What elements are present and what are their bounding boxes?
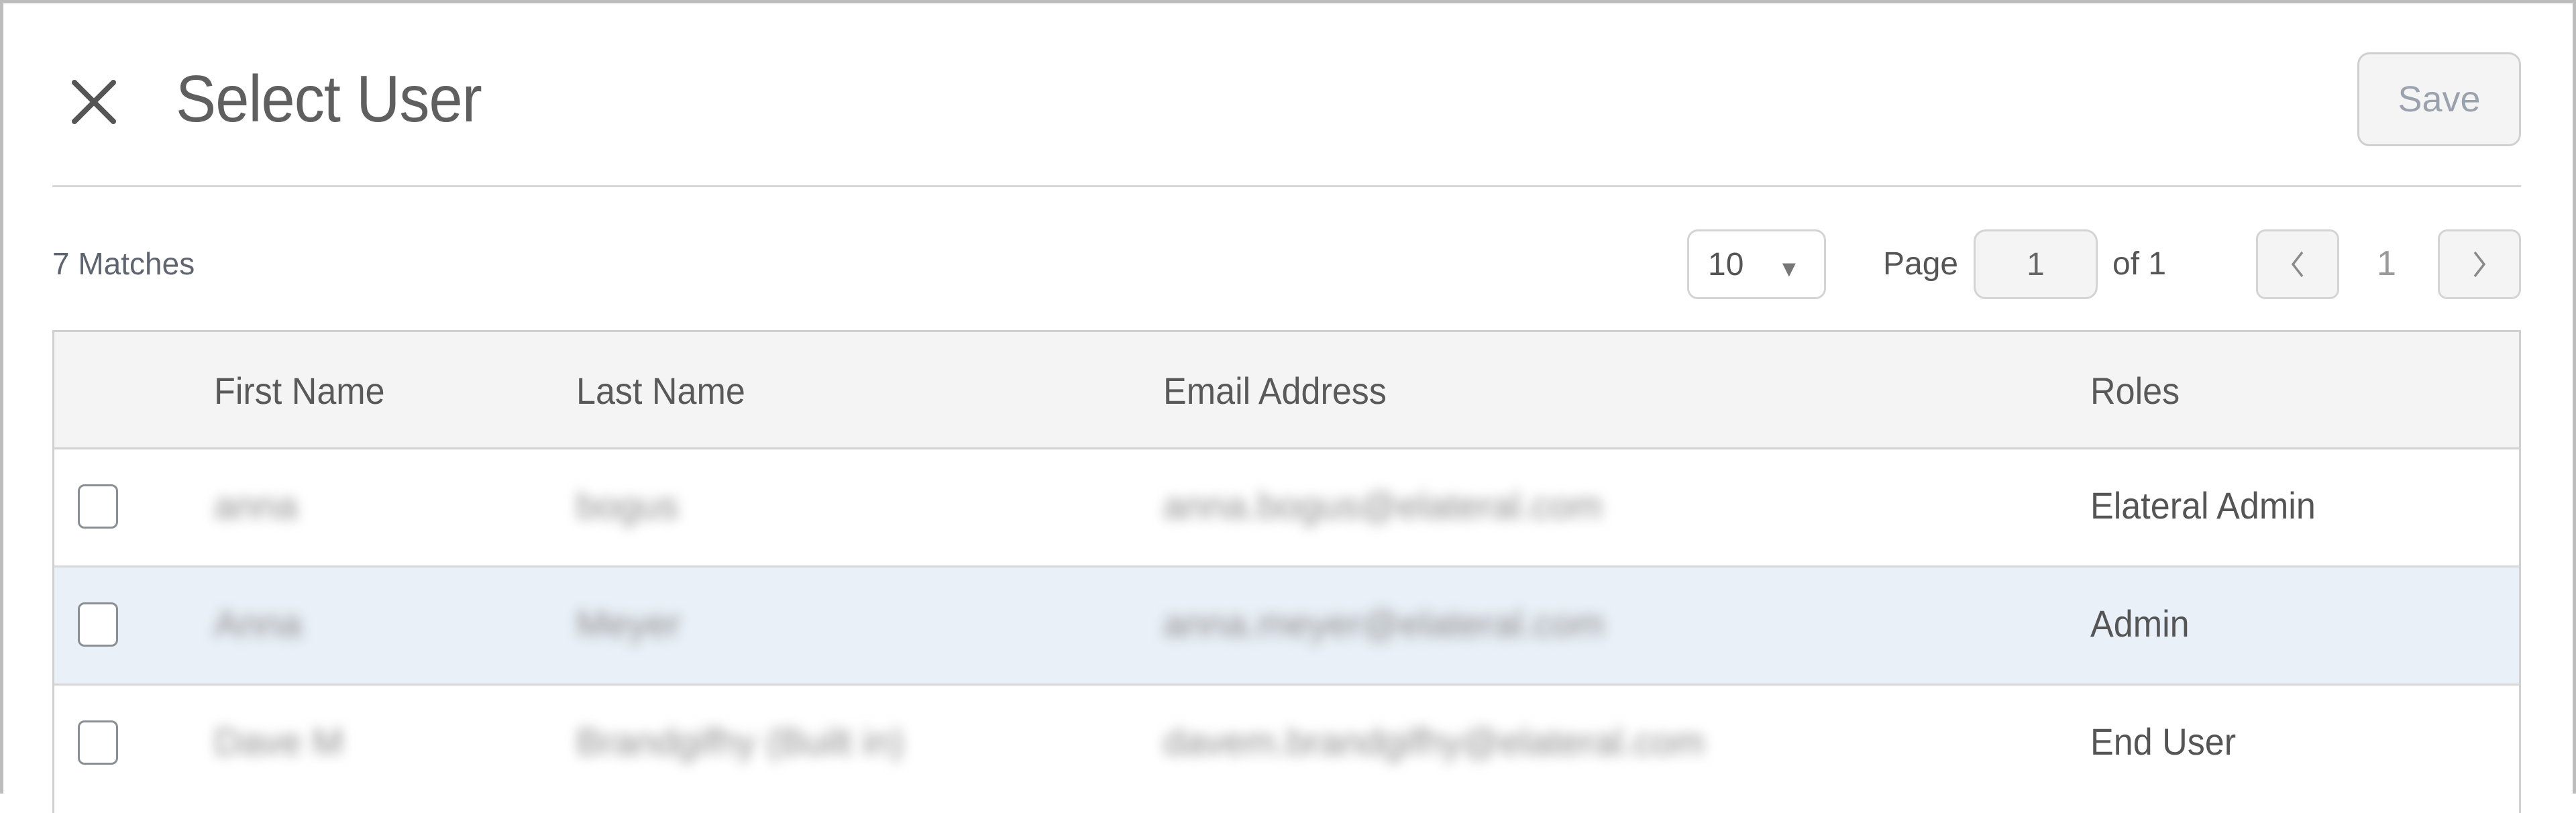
email-cell: anna.bogus@elateral.com: [1163, 484, 1603, 527]
column-header-last-name[interactable]: Last Name: [576, 370, 745, 413]
save-button[interactable]: Save: [2357, 52, 2521, 146]
role-cell: End User: [2090, 720, 2237, 763]
select-user-dialog: Select User Save 7 Matches 10 ▼ Page of …: [0, 0, 2576, 813]
page-label: Page: [1883, 246, 1959, 282]
row-checkbox[interactable]: [78, 720, 118, 765]
next-page-button[interactable]: [2438, 229, 2521, 299]
first-name-cell: Dave M: [214, 720, 343, 763]
page-size-value: 10: [1708, 247, 1744, 282]
close-button[interactable]: [69, 77, 119, 127]
column-header-first-name[interactable]: First Name: [214, 370, 385, 413]
header-divider: [52, 185, 2521, 187]
dialog-title: Select User: [176, 62, 482, 136]
column-header-email[interactable]: Email Address: [1163, 370, 1387, 413]
email-cell: anna.meyer@elateral.com: [1163, 602, 1605, 645]
page-number-input[interactable]: [1974, 229, 2098, 299]
row-checkbox[interactable]: [78, 602, 118, 647]
users-table: First Name Last Name Email Address Roles…: [52, 330, 2521, 813]
previous-page-button[interactable]: [2256, 229, 2339, 299]
email-cell: davem.brandgifhy@elateral.com: [1163, 720, 1705, 763]
column-header-roles[interactable]: Roles: [2090, 370, 2180, 413]
table-row[interactable]: Dave M Brandgifhy (Built in) davem.brand…: [54, 686, 2519, 804]
table-row[interactable]: anna bogus anna.bogus@elateral.com Elate…: [54, 449, 2519, 567]
role-cell: Elateral Admin: [2090, 484, 2316, 527]
role-cell: Admin: [2090, 602, 2190, 645]
page-size-select[interactable]: 10 ▼: [1687, 229, 1826, 299]
current-page-indicator: 1: [2377, 244, 2396, 283]
last-name-cell: Meyer: [576, 602, 681, 645]
table-header: First Name Last Name Email Address Roles: [54, 332, 2519, 449]
first-name-cell: Anna: [214, 602, 302, 645]
row-checkbox[interactable]: [78, 484, 118, 529]
matches-count: 7 Matches: [52, 246, 195, 281]
page-total-label: of 1: [2112, 246, 2167, 282]
close-icon: [72, 80, 116, 124]
first-name-cell: anna: [214, 484, 298, 527]
last-name-cell: bogus: [576, 484, 679, 527]
dropdown-caret-icon: ▼: [1778, 256, 1801, 282]
last-name-cell: Brandgifhy (Built in): [576, 720, 904, 763]
chevron-right-icon: [2473, 251, 2486, 278]
chevron-left-icon: [2291, 251, 2304, 278]
table-row[interactable]: Anna Meyer anna.meyer@elateral.com Admin: [54, 567, 2519, 686]
